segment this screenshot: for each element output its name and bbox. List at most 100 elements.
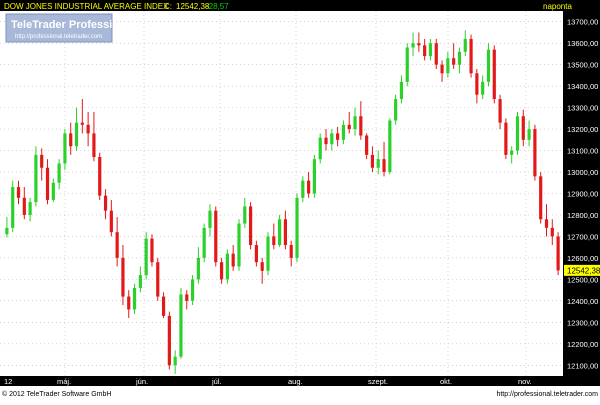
candle-body	[353, 116, 357, 130]
y-tick-label: 13000,00	[567, 168, 598, 177]
candle-body	[469, 38, 473, 74]
candle-up	[312, 154, 317, 198]
candle-up	[278, 214, 282, 248]
candle-body	[278, 219, 282, 246]
x-tick-label: okt.	[440, 377, 452, 386]
candle-body	[103, 195, 108, 211]
candle-body	[376, 159, 380, 168]
candle-body	[173, 356, 177, 366]
candle-body	[231, 253, 235, 267]
candle-body	[248, 206, 253, 246]
candle-body	[121, 257, 125, 297]
candle-body	[475, 73, 479, 95]
candle-body	[417, 43, 421, 46]
candle-body	[330, 133, 334, 145]
candle-body	[336, 133, 340, 140]
change-value: -28,57	[206, 2, 229, 11]
candle-body	[440, 64, 444, 74]
candle-up	[405, 43, 409, 87]
candle-down	[150, 234, 154, 267]
candle-body	[132, 287, 137, 310]
candle-body	[289, 245, 293, 258]
candle-body	[40, 154, 44, 168]
candle-up	[190, 275, 195, 306]
candle-up	[34, 146, 38, 207]
candle-down	[167, 311, 171, 370]
candle-up	[144, 232, 148, 280]
candle-body	[127, 296, 131, 310]
candle-body	[301, 180, 305, 198]
candle-body	[11, 187, 15, 228]
x-tick-label: máj.	[57, 377, 71, 386]
candle-up	[295, 193, 299, 263]
candle-body	[63, 133, 67, 164]
candle-body	[399, 81, 404, 100]
candle-up	[202, 223, 206, 263]
candle-body	[521, 116, 525, 140]
y-tick-label: 12300,00	[567, 318, 598, 327]
candle-body	[179, 294, 183, 357]
logo-url: http://professional.teletrader.com	[15, 34, 102, 40]
y-tick-label: 13400,00	[567, 82, 598, 91]
candle-body	[463, 38, 467, 52]
candle-body	[550, 227, 554, 237]
candle-body	[272, 236, 276, 246]
candle-body	[92, 133, 96, 157]
last-price-label: 12542,38	[567, 266, 600, 275]
candle-down	[533, 124, 537, 181]
candle-up	[318, 133, 322, 164]
candle-body	[260, 262, 264, 271]
last-price-marker: 12542,38	[564, 264, 600, 276]
candle-body	[202, 227, 206, 258]
candle-body	[283, 219, 287, 246]
candle-down	[539, 172, 543, 224]
candle-body	[533, 129, 537, 177]
x-tick-label: szept.	[368, 377, 388, 386]
candle-down	[434, 38, 438, 69]
y-tick-label: 13200,00	[567, 125, 598, 134]
y-tick-label: 13300,00	[567, 104, 598, 113]
candle-body	[307, 180, 311, 194]
y-tick-label: 13100,00	[567, 147, 598, 156]
candle-body	[51, 182, 55, 200]
candle-body	[295, 197, 299, 258]
index-name: DOW JONES INDUSTRIAL AVERAGE INDEX	[4, 2, 169, 11]
candlestick-chart: DOW JONES INDUSTRIAL AVERAGE INDEX C: 12…	[0, 0, 600, 400]
candle-up	[132, 283, 137, 314]
candle-body	[219, 262, 224, 280]
candle-body	[539, 176, 543, 220]
candle-body	[394, 99, 398, 121]
candle-up	[486, 43, 491, 87]
candle-body	[254, 245, 258, 263]
candle-body	[457, 51, 462, 65]
candle-body	[312, 159, 317, 194]
candle-body	[69, 133, 73, 147]
candle-body	[109, 210, 113, 233]
candle-body	[434, 43, 438, 65]
candle-body	[481, 81, 485, 95]
candle-body	[243, 206, 247, 224]
candle-body	[225, 253, 229, 280]
x-tick-label: 12	[4, 377, 12, 386]
candle-body	[167, 315, 171, 366]
candle-body	[527, 129, 531, 140]
candle-body	[359, 116, 363, 136]
candle-body	[370, 154, 375, 168]
candle-body	[318, 137, 322, 160]
footer-url: http://professional.teletrader.com	[496, 391, 598, 398]
candle-body	[22, 197, 26, 215]
candle-body	[80, 122, 84, 125]
x-tick-label: nov.	[518, 377, 532, 386]
candle-body	[498, 99, 502, 123]
candle-body	[266, 236, 270, 271]
candle-body	[45, 167, 50, 200]
candle-up	[237, 219, 241, 271]
candle-body	[324, 137, 328, 145]
y-tick-label: 12800,00	[567, 211, 598, 220]
candle-up	[388, 118, 392, 175]
y-tick-label: 13700,00	[567, 18, 598, 27]
x-tick-label: aug.	[288, 377, 303, 386]
candle-body	[428, 43, 433, 57]
candle-body	[185, 294, 189, 301]
candle-body	[28, 202, 32, 215]
